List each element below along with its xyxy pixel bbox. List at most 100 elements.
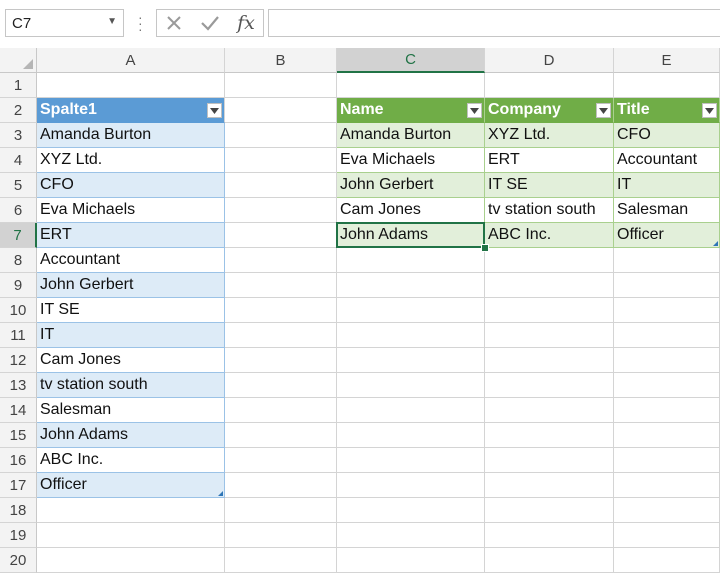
table1-cell[interactable]: CFO (37, 173, 225, 198)
cell[interactable] (485, 348, 614, 373)
more-options-icon[interactable]: · · · (138, 10, 143, 36)
table2-cell[interactable]: ERT (485, 148, 614, 173)
table1-cell[interactable]: IT SE (37, 298, 225, 323)
cell[interactable] (485, 273, 614, 298)
cell[interactable] (225, 123, 337, 148)
column-header-b[interactable]: B (225, 48, 337, 73)
cell[interactable] (225, 273, 337, 298)
cell[interactable] (337, 548, 485, 573)
cell[interactable] (225, 223, 337, 248)
filter-dropdown-icon[interactable] (596, 103, 611, 118)
table2-cell[interactable]: CFO (614, 123, 720, 148)
column-header-a[interactable]: A (37, 48, 225, 73)
filter-dropdown-icon[interactable] (467, 103, 482, 118)
cell[interactable] (337, 448, 485, 473)
table1-cell[interactable]: Officer (37, 473, 225, 498)
cell[interactable] (614, 73, 720, 98)
cell[interactable] (225, 498, 337, 523)
table1-cell[interactable]: Salesman (37, 398, 225, 423)
table2-cell[interactable]: John Adams (337, 223, 485, 248)
cell[interactable] (614, 298, 720, 323)
close-icon[interactable] (161, 12, 187, 34)
cell[interactable] (337, 523, 485, 548)
table2-cell[interactable]: tv station south (485, 198, 614, 223)
cell[interactable] (225, 348, 337, 373)
insert-function-button[interactable]: fx (233, 12, 259, 34)
cell[interactable] (225, 98, 337, 123)
cell[interactable] (225, 173, 337, 198)
table2-cell[interactable]: Accountant (614, 148, 720, 173)
row-header-5[interactable]: 5 (0, 173, 37, 198)
cell[interactable] (337, 323, 485, 348)
table1-cell[interactable]: Cam Jones (37, 348, 225, 373)
row-header-8[interactable]: 8 (0, 248, 37, 273)
cell[interactable] (337, 73, 485, 98)
table-resize-handle[interactable] (713, 241, 718, 246)
cell[interactable] (485, 498, 614, 523)
cell[interactable] (614, 423, 720, 448)
column-header-e[interactable]: E (614, 48, 720, 73)
table1-cell[interactable]: ABC Inc. (37, 448, 225, 473)
cell[interactable] (37, 73, 225, 98)
cell[interactable] (485, 423, 614, 448)
cell[interactable] (614, 348, 720, 373)
cell[interactable] (337, 248, 485, 273)
cell[interactable] (225, 323, 337, 348)
cell[interactable] (485, 473, 614, 498)
row-header-20[interactable]: 20 (0, 548, 37, 573)
table2-cell[interactable]: ABC Inc. (485, 223, 614, 248)
fill-handle[interactable] (481, 244, 489, 252)
filter-dropdown-icon[interactable] (702, 103, 717, 118)
column-header-d[interactable]: D (485, 48, 614, 73)
column-header-c[interactable]: C (337, 48, 485, 73)
cell[interactable] (614, 273, 720, 298)
table1-cell[interactable]: John Adams (37, 423, 225, 448)
row-header-10[interactable]: 10 (0, 298, 37, 323)
cell[interactable] (337, 423, 485, 448)
cell[interactable] (614, 398, 720, 423)
cell[interactable] (37, 523, 225, 548)
cell[interactable] (225, 298, 337, 323)
table1-cell[interactable]: Accountant (37, 248, 225, 273)
cell[interactable] (337, 373, 485, 398)
cell[interactable] (225, 523, 337, 548)
cell[interactable] (485, 323, 614, 348)
row-header-6[interactable]: 6 (0, 198, 37, 223)
cell[interactable] (485, 398, 614, 423)
cell[interactable] (225, 398, 337, 423)
cell[interactable] (485, 373, 614, 398)
cell[interactable] (614, 373, 720, 398)
filter-dropdown-icon[interactable] (207, 103, 222, 118)
row-header-3[interactable]: 3 (0, 123, 37, 148)
cell[interactable] (485, 298, 614, 323)
cell[interactable] (337, 298, 485, 323)
row-header-13[interactable]: 13 (0, 373, 37, 398)
cell[interactable] (485, 73, 614, 98)
row-header-9[interactable]: 9 (0, 273, 37, 298)
row-header-12[interactable]: 12 (0, 348, 37, 373)
cell[interactable] (614, 473, 720, 498)
table2-header-company[interactable]: Company (485, 98, 614, 123)
table1-cell[interactable]: ERT (37, 223, 225, 248)
table1-cell[interactable]: IT (37, 323, 225, 348)
table2-cell[interactable]: IT SE (485, 173, 614, 198)
cell[interactable] (225, 473, 337, 498)
table2-cell[interactable]: IT (614, 173, 720, 198)
table1-cell[interactable]: XYZ Ltd. (37, 148, 225, 173)
table1-cell[interactable]: Eva Michaels (37, 198, 225, 223)
cell[interactable] (614, 498, 720, 523)
cell[interactable] (485, 248, 614, 273)
cell[interactable] (614, 448, 720, 473)
cell[interactable] (225, 548, 337, 573)
table2-cell[interactable]: Salesman (614, 198, 720, 223)
cell[interactable] (337, 498, 485, 523)
cell[interactable] (225, 423, 337, 448)
row-header-2[interactable]: 2 (0, 98, 37, 123)
chevron-down-icon[interactable]: ▼ (107, 16, 117, 27)
row-header-17[interactable]: 17 (0, 473, 37, 498)
table2-header-name[interactable]: Name (337, 98, 485, 123)
cell[interactable] (225, 198, 337, 223)
cell[interactable] (337, 348, 485, 373)
table1-cell[interactable]: tv station south (37, 373, 225, 398)
table2-cell[interactable]: Cam Jones (337, 198, 485, 223)
